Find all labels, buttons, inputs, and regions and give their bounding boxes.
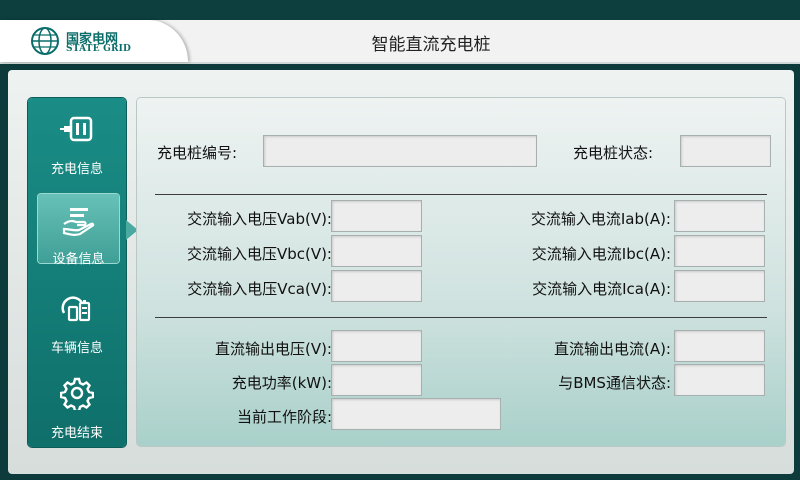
dc-current-field[interactable] (674, 330, 765, 362)
app-header: 国家电网 STATE GRID 智能直流充电桩 (0, 20, 800, 64)
ibc-label: 交流输入电流Ibc(A): (531, 245, 671, 263)
pile-number-label: 充电桩编号: (157, 144, 238, 162)
pile-status-field[interactable] (680, 135, 771, 167)
section-divider (155, 317, 767, 318)
device-hand-icon (62, 208, 95, 236)
sidebar-item-device-info[interactable]: 设备信息 (38, 194, 119, 267)
vca-label: 交流输入电压Vca(V): (187, 280, 332, 298)
vab-label: 交流输入电压Vab(V): (187, 210, 332, 228)
sidebar-item-label: 车辆信息 (50, 341, 103, 356)
sidebar-item-label: 充电结束 (50, 426, 103, 441)
power-field[interactable] (331, 364, 422, 396)
power-label: 充电功率(kW): (231, 374, 332, 392)
vca-field[interactable] (331, 270, 422, 302)
dc-voltage-field[interactable] (331, 330, 422, 362)
charger-plug-icon (60, 116, 93, 142)
vab-field[interactable] (331, 200, 422, 232)
page-title: 智能直流充电桩 (0, 30, 800, 55)
dc-current-label: 直流输出电流(A): (553, 340, 671, 358)
iab-field[interactable] (674, 200, 765, 232)
sidebar-item-charging-info[interactable]: 充电信息 (28, 104, 126, 177)
vbc-field[interactable] (331, 235, 422, 267)
top-strip (0, 0, 800, 20)
section-divider (155, 194, 767, 195)
sidebar-nav: 充电信息 设备信息 车辆信息 充电结束 (28, 98, 126, 447)
vbc-label: 交流输入电压Vbc(V): (186, 245, 332, 263)
dc-voltage-label: 直流输出电压(V): (214, 340, 332, 358)
sidebar-item-vehicle-info[interactable]: 车辆信息 (28, 283, 126, 356)
work-stage-field[interactable] (331, 398, 501, 430)
pile-number-field[interactable] (263, 135, 537, 167)
ica-label: 交流输入电流Ica(A): (532, 280, 671, 298)
page-title-text: 智能直流充电桩 (371, 35, 491, 55)
device-info-panel: 充电桩编号: 充电桩状态: 交流输入电压Vab(V): 交流输入电压Vbc(V)… (137, 98, 785, 446)
pile-status-label: 充电桩状态: (573, 144, 654, 162)
iab-label: 交流输入电流Iab(A): (530, 210, 671, 228)
work-stage-label: 当前工作阶段: (236, 408, 332, 426)
main-area: 充电信息 设备信息 车辆信息 充电结束 充电桩编号: 充电桩状态: 交流输入电压… (8, 70, 794, 474)
ibc-field[interactable] (674, 235, 765, 267)
bms-status-label: 与BMS通信状态: (558, 374, 671, 392)
vehicle-battery-icon (61, 296, 91, 322)
sidebar-item-label: 设备信息 (52, 252, 105, 267)
sidebar-item-charging-end[interactable]: 充电结束 (28, 368, 126, 441)
bms-status-field[interactable] (674, 364, 765, 396)
gear-icon (60, 377, 94, 410)
sidebar-item-label: 充电信息 (50, 162, 103, 177)
ica-field[interactable] (674, 270, 765, 302)
